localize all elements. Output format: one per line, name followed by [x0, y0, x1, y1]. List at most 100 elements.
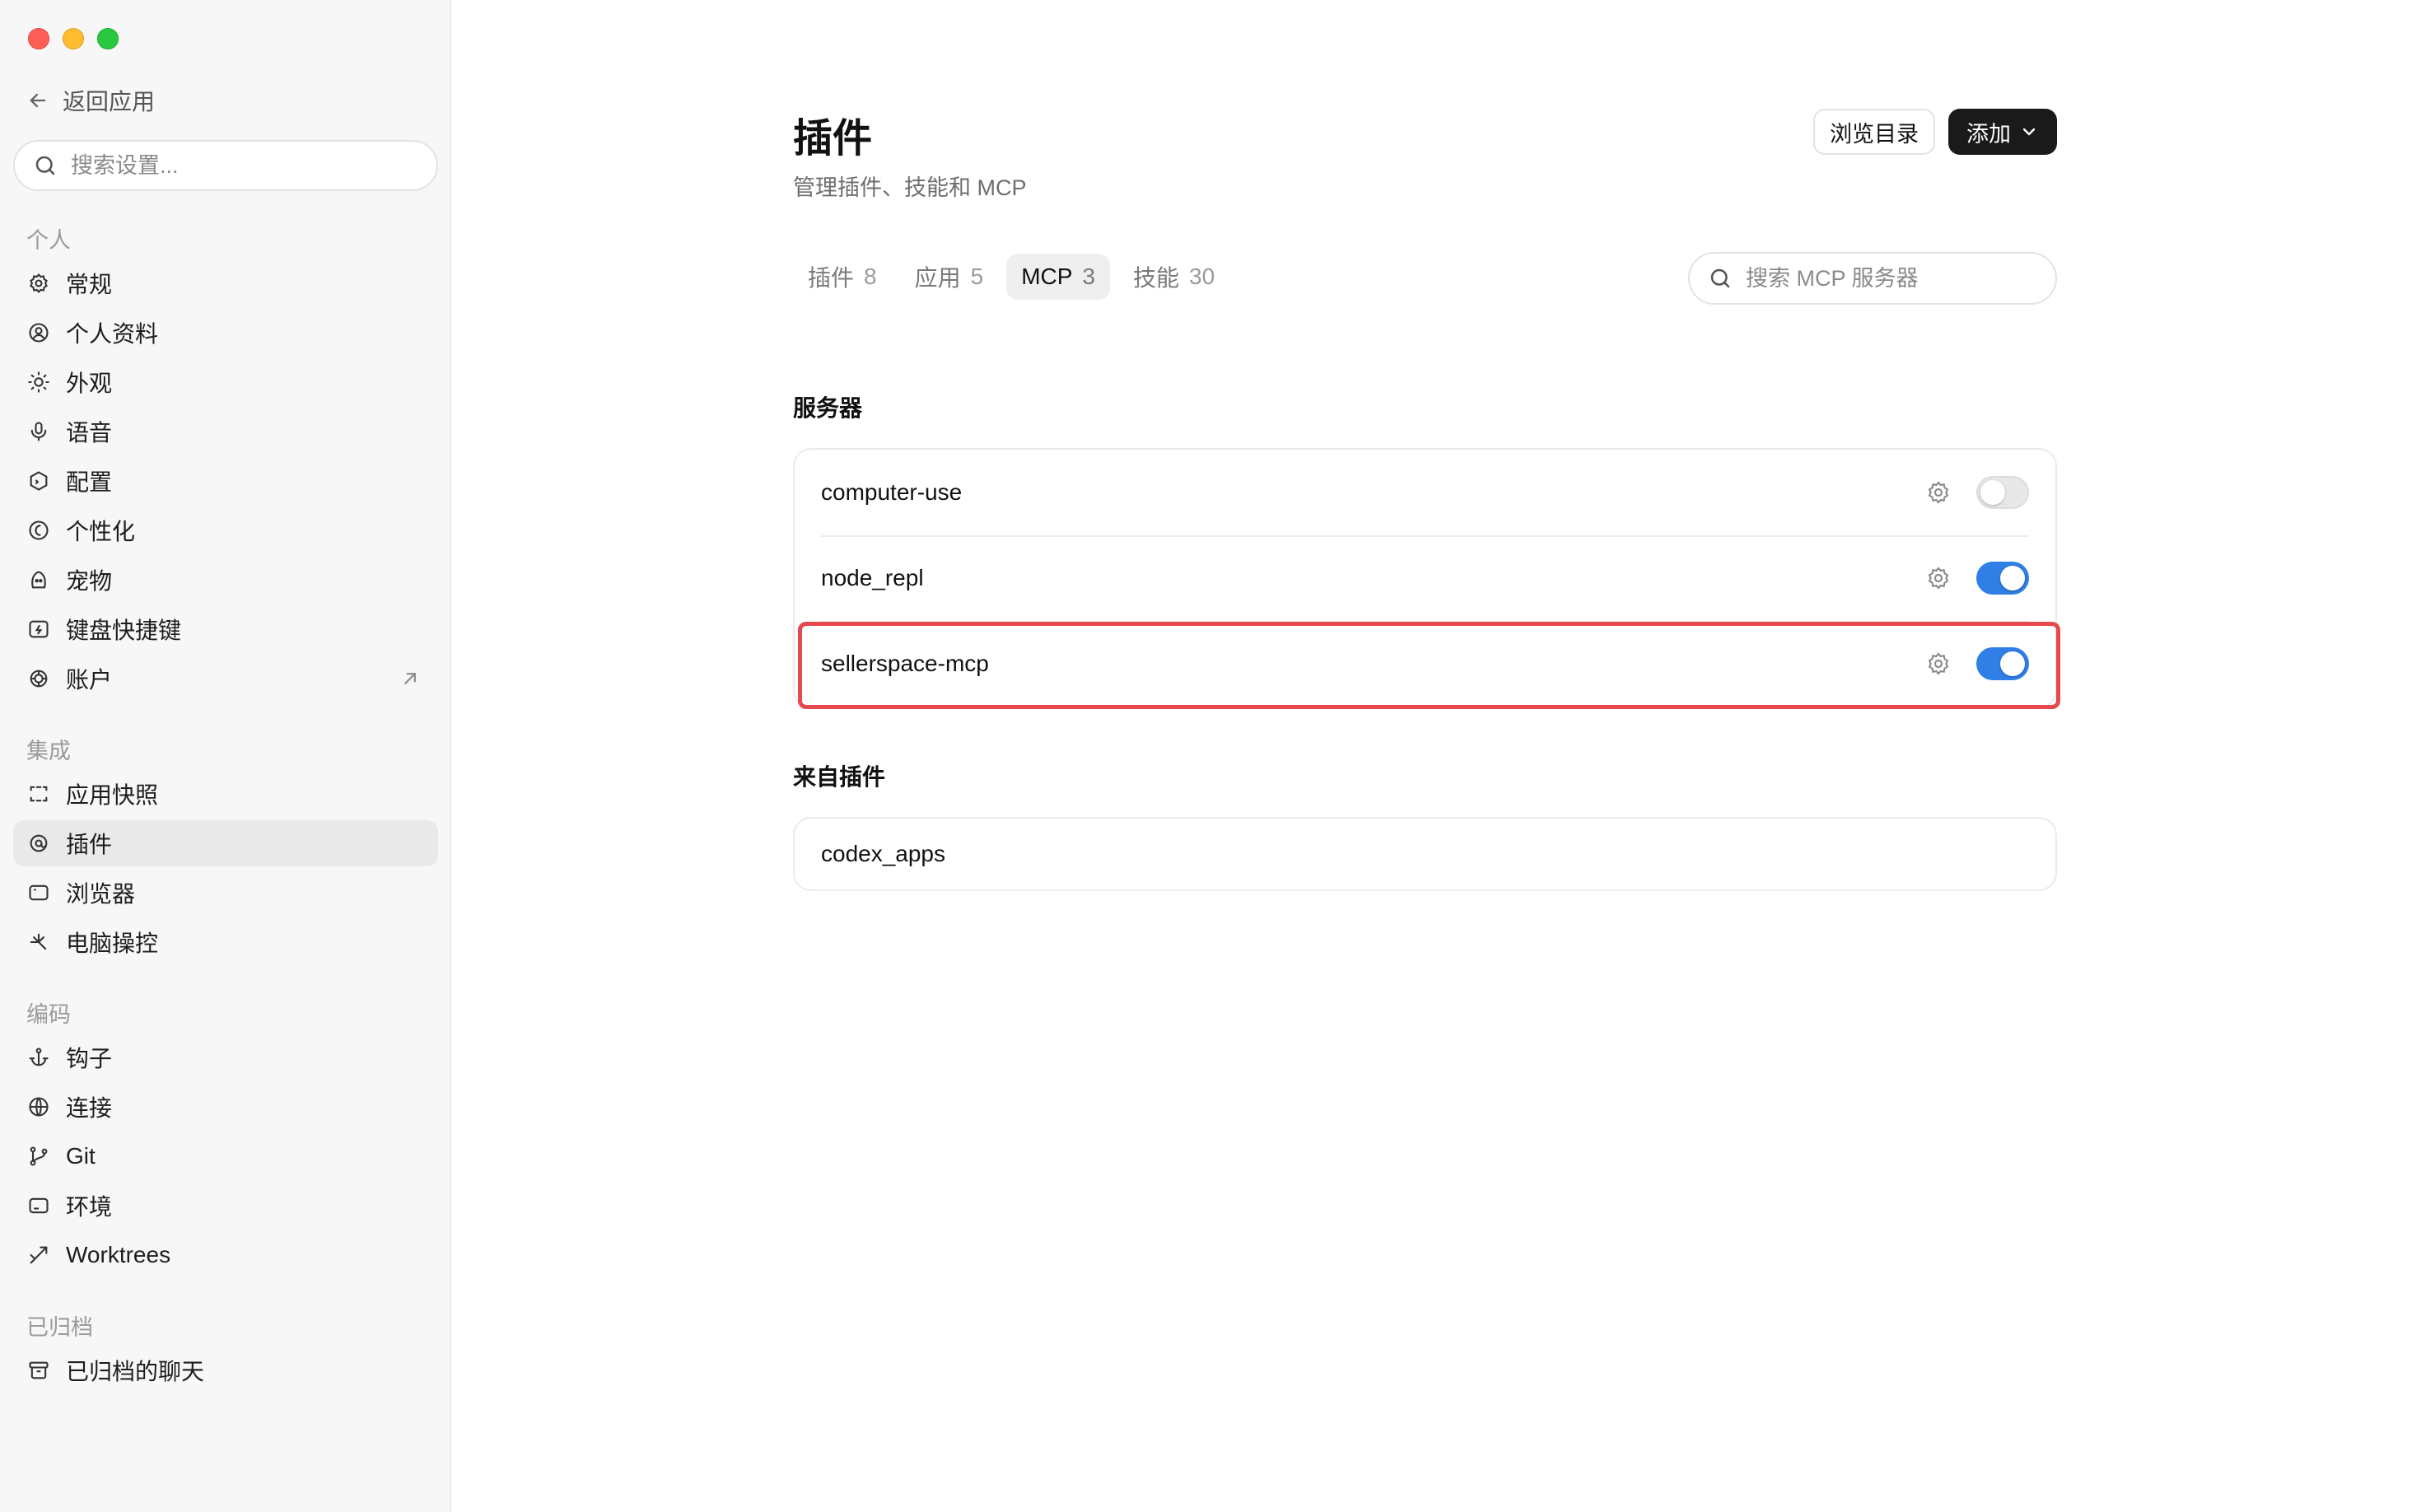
tab-label: 技能	[1133, 265, 1180, 291]
sidebar-item-label: 连接	[66, 1095, 113, 1121]
from-plugins-list: codex_apps	[793, 817, 2057, 891]
group-label-integration: 集成	[26, 739, 71, 763]
zoom-window-button[interactable]	[97, 28, 119, 49]
sidebar-item-label: 钩子	[66, 1046, 113, 1071]
sidebar: 返回应用 个人 常规 个人资料 外观 语音 配置 个性化	[0, 0, 451, 1512]
toggle-knob	[1980, 480, 2005, 505]
tab-label: 应用	[914, 265, 961, 291]
personalize-icon	[26, 518, 51, 543]
mcp-server-search[interactable]	[1688, 252, 2057, 305]
gear-icon[interactable]	[1925, 565, 1952, 591]
sidebar-item-general[interactable]: 常规	[13, 260, 438, 306]
search-icon	[35, 156, 55, 175]
external-link-icon	[404, 673, 416, 684]
sidebar-item-app-snapshot[interactable]: 应用快照	[13, 771, 438, 817]
server-toggle[interactable]	[1976, 562, 2029, 595]
settings-search-input[interactable]	[69, 152, 418, 180]
server-row-computer-use: computer-use	[795, 450, 2055, 535]
environment-icon	[26, 1193, 51, 1218]
tab-apps[interactable]: 应用 5	[900, 254, 999, 300]
server-toggle[interactable]	[1976, 476, 2029, 509]
server-toggle[interactable]	[1976, 647, 2029, 680]
server-name: computer-use	[821, 479, 963, 505]
tab-skills[interactable]: 技能 30	[1118, 254, 1229, 300]
servers-section-title: 服务器	[793, 395, 863, 421]
config-icon	[26, 469, 51, 493]
server-row-sellerspace-mcp: sellerspace-mcp	[795, 621, 2055, 707]
account-icon	[26, 666, 51, 691]
plugin-server-row-codex-apps[interactable]: codex_apps	[795, 819, 2055, 889]
back-to-app-link[interactable]: 返回应用	[26, 84, 155, 117]
servers-list: computer-use node_repl sellerspace-mcp	[793, 448, 2057, 708]
minimize-window-button[interactable]	[63, 28, 84, 49]
sidebar-item-keyboard-shortcuts[interactable]: 键盘快捷键	[13, 606, 438, 652]
sidebar-item-config[interactable]: 配置	[13, 458, 438, 504]
sidebar-item-pet[interactable]: 宠物	[13, 557, 438, 603]
mcp-search-input[interactable]	[1744, 264, 2044, 292]
close-window-button[interactable]	[28, 28, 49, 49]
sidebar-item-browser[interactable]: 浏览器	[13, 870, 438, 916]
sidebar-item-label: Git	[66, 1143, 96, 1169]
add-button-label: 添加	[1966, 121, 2011, 147]
snapshot-icon	[26, 782, 51, 806]
tab-bar: 插件 8 应用 5 MCP 3 技能 30	[793, 254, 1229, 300]
group-label-personal: 个人	[26, 228, 71, 253]
sidebar-item-profile[interactable]: 个人资料	[13, 310, 438, 356]
sidebar-item-computer-control[interactable]: 电脑操控	[13, 919, 438, 965]
sidebar-item-label: 个性化	[66, 519, 136, 544]
add-button[interactable]: 添加	[1948, 109, 2057, 155]
settings-search[interactable]	[13, 140, 438, 191]
server-row-node-repl: node_repl	[795, 535, 2055, 621]
sidebar-item-label: 已归档的聊天	[66, 1359, 205, 1384]
sidebar-item-personalize[interactable]: 个性化	[13, 507, 438, 553]
sidebar-item-git[interactable]: Git	[13, 1133, 438, 1179]
group-label-coding: 编码	[26, 1002, 71, 1027]
git-branch-icon	[26, 1144, 51, 1169]
anchor-icon	[26, 1045, 51, 1070]
sidebar-item-label: 账户	[66, 667, 113, 693]
server-name: node_repl	[821, 565, 924, 590]
sidebar-item-plugins[interactable]: 插件	[13, 820, 438, 866]
sidebar-item-label: 个人资料	[66, 321, 159, 347]
archive-icon	[26, 1358, 51, 1383]
group-label-archived: 已归档	[26, 1315, 93, 1340]
sidebar-item-voice[interactable]: 语音	[13, 408, 438, 455]
sidebar-item-connections[interactable]: 连接	[13, 1084, 438, 1130]
tab-plugins[interactable]: 插件 8	[793, 254, 892, 300]
gear-icon	[26, 271, 51, 296]
sidebar-item-label: 外观	[66, 371, 113, 396]
sidebar-item-account[interactable]: 账户	[13, 656, 438, 702]
worktree-icon	[26, 1243, 51, 1267]
window-controls	[28, 28, 119, 49]
gear-icon[interactable]	[1925, 479, 1952, 506]
tab-count: 3	[1082, 264, 1095, 289]
sidebar-item-label: 应用快照	[66, 782, 159, 808]
globe-icon	[26, 1094, 51, 1119]
plugin-icon	[26, 831, 51, 856]
browse-catalog-button[interactable]: 浏览目录	[1813, 109, 1935, 155]
sidebar-item-archived-chats[interactable]: 已归档的聊天	[13, 1347, 438, 1393]
sidebar-item-label: 语音	[66, 420, 113, 446]
sidebar-item-label: 电脑操控	[66, 931, 159, 956]
toggle-knob	[2000, 566, 2025, 590]
tab-label: 插件	[808, 265, 855, 291]
tab-count: 30	[1189, 264, 1215, 289]
sidebar-item-label: 环境	[66, 1194, 113, 1220]
sidebar-item-appearance[interactable]: 外观	[13, 359, 438, 405]
computer-control-icon	[26, 930, 51, 954]
sidebar-item-environment[interactable]: 环境	[13, 1183, 438, 1229]
sidebar-item-worktrees[interactable]: Worktrees	[13, 1232, 438, 1278]
tab-mcp[interactable]: MCP 3	[1006, 254, 1110, 300]
search-icon	[1710, 268, 1730, 288]
plugin-server-name: codex_apps	[821, 841, 946, 866]
sidebar-item-label: 配置	[66, 469, 113, 495]
server-name: sellerspace-mcp	[821, 651, 989, 676]
from-plugins-section-title: 来自插件	[793, 764, 886, 790]
pet-icon	[26, 567, 51, 592]
sidebar-item-hooks[interactable]: 钩子	[13, 1034, 438, 1080]
chevron-down-icon	[2022, 128, 2036, 136]
gear-icon[interactable]	[1925, 651, 1952, 677]
sidebar-item-label: Worktrees	[66, 1242, 171, 1267]
tab-count: 8	[864, 264, 877, 289]
settings-window: 返回应用 个人 常规 个人资料 外观 语音 配置 个性化	[0, 0, 2421, 1512]
